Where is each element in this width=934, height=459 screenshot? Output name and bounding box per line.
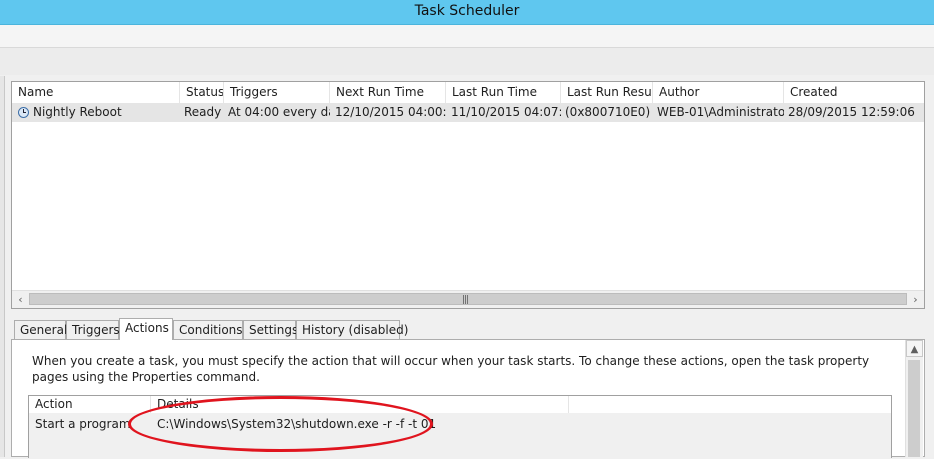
chevron-left-icon[interactable]: ‹ [12,291,29,308]
toolbar [0,48,934,75]
task-author: WEB-01\Administrator [657,105,784,119]
tab-conditions[interactable]: Conditions [173,320,243,339]
task-list: Name Status Triggers Next Run Time Last … [11,81,925,309]
vertical-scrollbar[interactable]: ▲ [905,340,923,457]
task-created: 28/09/2015 12:59:06 [788,105,915,119]
task-name: Nightly Reboot [33,105,122,119]
actions-description: When you create a task, you must specify… [32,354,870,384]
task-triggers: At 04:00 every day [228,105,330,119]
column-header-last-run-time[interactable]: Last Run Time [446,82,561,103]
column-header-name[interactable]: Name [12,82,180,103]
console-tree-edge [0,76,5,457]
column-header-triggers[interactable]: Triggers [224,82,330,103]
tab-triggers[interactable]: Triggers [66,320,120,339]
column-header-next-run-time[interactable]: Next Run Time [330,82,446,103]
task-clock-icon [18,107,29,118]
column-header-action[interactable]: Action [29,396,151,413]
scroll-thumb[interactable] [908,360,920,457]
task-name-cell: Nightly Reboot [12,103,180,122]
title-bar: Task Scheduler [0,0,934,25]
task-list-header: Name Status Triggers Next Run Time Last … [12,82,924,104]
menu-bar [0,25,934,48]
task-status: Ready [184,105,222,119]
column-header-created[interactable]: Created [784,82,924,103]
grip-icon: ||| [462,295,469,305]
window-title: Task Scheduler [414,3,520,19]
scroll-thumb[interactable]: ||| [29,293,907,305]
tab-history[interactable]: History (disabled) [296,320,408,339]
task-last-run-result: (0x800710E0) [565,105,651,119]
task-next-run-time: 12/10/2015 04:00:00 [335,105,446,119]
column-header-status[interactable]: Status [180,82,224,103]
tab-general[interactable]: General [14,320,67,339]
tab-actions[interactable]: Actions [119,318,173,340]
tab-settings[interactable]: Settings [243,320,298,339]
column-header-author[interactable]: Author [653,82,784,103]
task-last-run-time: 11/10/2015 04:07:24 [451,105,561,119]
horizontal-scrollbar[interactable]: ‹ ||| › [12,290,924,308]
table-row[interactable]: Nightly Reboot Ready At 04:00 every day … [12,103,924,122]
column-header-last-run-result[interactable]: Last Run Result [561,82,653,103]
highlight-annotation-oval [128,396,433,452]
chevron-up-icon[interactable]: ▲ [906,340,923,357]
chevron-right-icon[interactable]: › [907,291,924,308]
actions-tab-page: When you create a task, you must specify… [11,339,925,459]
